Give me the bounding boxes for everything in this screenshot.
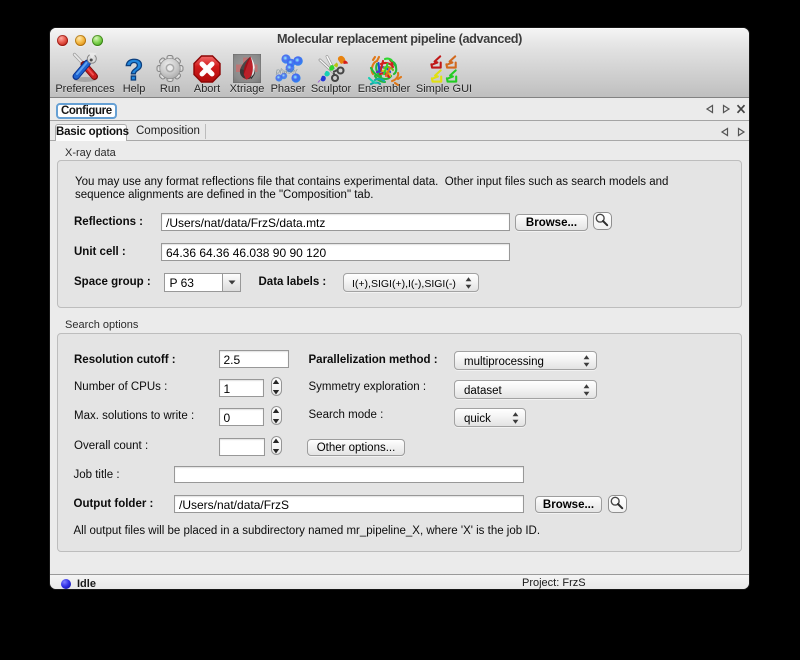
svg-text:?: ?	[125, 54, 143, 86]
svg-text:phaser: phaser	[275, 69, 298, 76]
